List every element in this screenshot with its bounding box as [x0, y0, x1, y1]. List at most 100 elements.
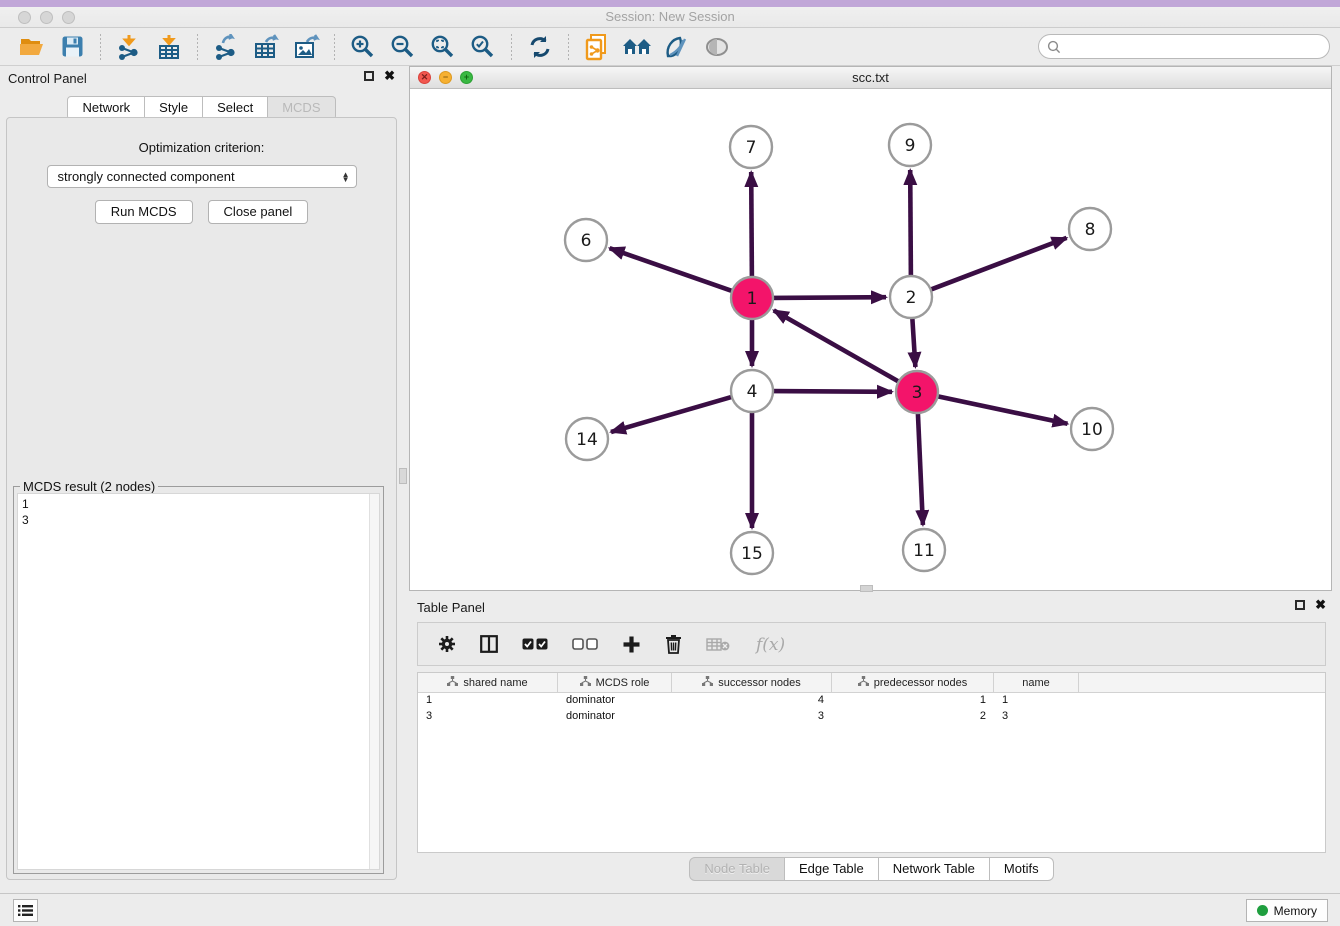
table-row[interactable]: 3dominator323	[418, 709, 1325, 725]
zoom-selected-icon[interactable]	[468, 32, 498, 62]
close-panel-button[interactable]: Close panel	[208, 200, 309, 224]
graph-node-4[interactable]: 4	[731, 370, 773, 412]
table-cell[interactable]: 1	[418, 693, 558, 709]
save-session-icon[interactable]	[57, 32, 87, 62]
result-scrollbar[interactable]	[369, 494, 379, 869]
graph-edge-1-7[interactable]	[751, 172, 752, 279]
deselect-all-icon[interactable]	[572, 632, 598, 656]
graph-edge-3-1[interactable]	[774, 310, 901, 382]
svg-text:4: 4	[747, 382, 758, 402]
close-table-panel-icon[interactable]: ✖	[1315, 600, 1326, 610]
tab-node-table[interactable]: Node Table	[689, 857, 785, 881]
task-history-button[interactable]	[13, 899, 38, 922]
graph-node-15[interactable]: 15	[731, 532, 773, 574]
import-network-icon[interactable]	[114, 32, 144, 62]
node-table: shared nameMCDS rolesuccessor nodesprede…	[417, 672, 1326, 853]
graph-node-11[interactable]: 11	[903, 529, 945, 571]
graph-node-3[interactable]: 3	[896, 371, 938, 413]
table-cell[interactable]: 3	[418, 709, 558, 725]
close-panel-icon[interactable]: ✖	[384, 71, 395, 81]
select-all-icon[interactable]	[522, 632, 548, 656]
graph-edge-3-10[interactable]	[936, 396, 1068, 424]
home-icon[interactable]	[622, 32, 652, 62]
graph-node-14[interactable]: 14	[566, 418, 608, 460]
column-header-shared-name[interactable]: shared name	[418, 673, 558, 692]
network-window-titlebar[interactable]: ✕ − + scc.txt	[410, 67, 1331, 89]
graph-node-9[interactable]: 9	[889, 124, 931, 166]
network-from-selection-icon[interactable]	[582, 32, 612, 62]
tab-motifs[interactable]: Motifs	[990, 857, 1054, 881]
graph-node-1[interactable]: 1	[731, 277, 773, 319]
table-panel: Table Panel ✖ f(x) shared nameMCDS roles…	[409, 595, 1334, 886]
delete-table-icon	[706, 632, 730, 656]
graph-node-6[interactable]: 6	[565, 219, 607, 261]
network-graph[interactable]: 1 2 3 4 6 7 8 9 10 11 14 15	[410, 89, 1331, 591]
graph-node-8[interactable]: 8	[1069, 208, 1111, 250]
float-table-panel-icon[interactable]	[1295, 600, 1305, 610]
column-header-MCDS-role[interactable]: MCDS role	[558, 673, 672, 692]
toggle-styles-icon[interactable]	[662, 32, 692, 62]
graph-node-7[interactable]: 7	[730, 126, 772, 168]
delete-column-icon[interactable]	[665, 632, 682, 656]
zoom-out-icon[interactable]	[388, 32, 418, 62]
column-header-predecessor-nodes[interactable]: predecessor nodes	[832, 673, 994, 692]
mcds-result-textarea[interactable]: 13	[17, 493, 380, 870]
memory-button[interactable]: Memory	[1246, 899, 1328, 922]
function-builder-icon: f(x)	[754, 632, 788, 656]
tab-network-table[interactable]: Network Table	[879, 857, 990, 881]
graph-node-10[interactable]: 10	[1071, 408, 1113, 450]
table-cell[interactable]: 4	[672, 693, 832, 709]
window-accent-stripe	[0, 0, 1340, 7]
column-header-successor-nodes[interactable]: successor nodes	[672, 673, 832, 692]
graph-edge-1-2[interactable]	[771, 297, 886, 298]
svg-text:14: 14	[576, 430, 598, 450]
table-row[interactable]: 1dominator411	[418, 693, 1325, 709]
table-toolbar: f(x)	[417, 622, 1326, 666]
search-box[interactable]	[1038, 34, 1330, 59]
add-column-icon[interactable]	[622, 632, 641, 656]
graph-edge-2-8[interactable]	[929, 238, 1067, 290]
table-cell[interactable]: dominator	[558, 709, 672, 725]
column-type-icon	[858, 676, 869, 689]
window-title: Session: New Session	[0, 9, 1340, 24]
refresh-layout-icon[interactable]	[525, 32, 555, 62]
graph-node-2[interactable]: 2	[890, 276, 932, 318]
svg-text:10: 10	[1081, 420, 1103, 440]
vertical-splitter-handle[interactable]	[399, 468, 407, 484]
table-cell[interactable]: 3	[672, 709, 832, 725]
table-cell[interactable]: 2	[832, 709, 994, 725]
search-input[interactable]	[1061, 37, 1329, 57]
table-cell[interactable]: 1	[832, 693, 994, 709]
network-canvas[interactable]: 1 2 3 4 6 7 8 9 10 11 14 15	[410, 89, 1331, 590]
run-mcds-button[interactable]: Run MCDS	[95, 200, 193, 224]
show-hide-eye-icon[interactable]	[702, 32, 732, 62]
svg-text:8: 8	[1085, 220, 1096, 240]
graph-edge-4-3[interactable]	[771, 391, 892, 392]
column-header-name[interactable]: name	[994, 673, 1079, 692]
graph-edge-2-3[interactable]	[912, 316, 915, 367]
horizontal-splitter-handle[interactable]	[860, 585, 873, 592]
table-cell[interactable]: 3	[994, 709, 1079, 725]
table-cell[interactable]: dominator	[558, 693, 672, 709]
export-network-icon[interactable]	[211, 32, 241, 62]
graph-edge-4-14[interactable]	[611, 396, 734, 432]
column-layout-icon[interactable]	[480, 632, 498, 656]
zoom-fit-icon[interactable]	[428, 32, 458, 62]
graph-edge-1-6[interactable]	[610, 248, 735, 292]
tab-edge-table[interactable]: Edge Table	[785, 857, 879, 881]
chevron-up-down-icon: ▲▼	[342, 172, 350, 182]
export-image-icon[interactable]	[291, 32, 321, 62]
graph-edge-2-9[interactable]	[910, 170, 911, 278]
settings-gear-icon[interactable]	[438, 632, 456, 656]
table-cell[interactable]: 1	[994, 693, 1079, 709]
mcds-result-group: MCDS result (2 nodes) 13	[13, 486, 384, 874]
search-icon	[1047, 40, 1061, 54]
network-window-title: scc.txt	[410, 70, 1331, 85]
export-table-icon[interactable]	[251, 32, 281, 62]
import-table-icon[interactable]	[154, 32, 184, 62]
graph-edge-3-11[interactable]	[918, 411, 923, 525]
zoom-in-icon[interactable]	[348, 32, 378, 62]
float-panel-icon[interactable]	[364, 71, 374, 81]
open-file-icon[interactable]	[17, 32, 47, 62]
criterion-dropdown[interactable]: strongly connected component ▲▼	[47, 165, 357, 188]
